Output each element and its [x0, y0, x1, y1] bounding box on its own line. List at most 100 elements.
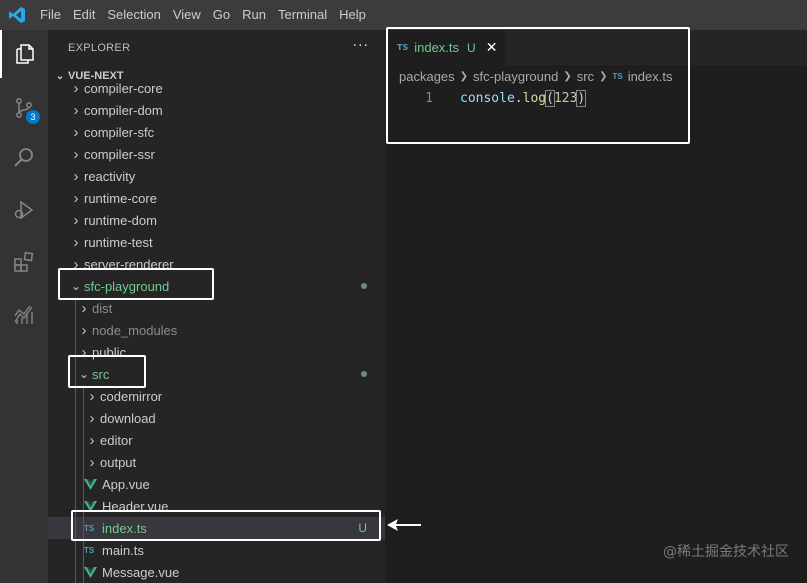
tree-item-label: reactivity — [84, 168, 136, 184]
tree-folder-output[interactable]: › output — [48, 451, 385, 473]
breadcrumb-index-ts[interactable]: index.ts — [628, 69, 673, 84]
chevron-right-icon: › — [73, 189, 79, 207]
tree-folder-compiler-ssr[interactable]: › compiler-ssr — [48, 143, 385, 165]
indent-guide — [75, 407, 76, 429]
tree-folder-node-modules[interactable]: › node_modules — [48, 319, 385, 341]
chevron-right-icon: ❯ — [459, 70, 469, 82]
tab-label: index.ts — [414, 40, 460, 55]
tree-folder-download[interactable]: › download — [48, 407, 385, 429]
menu-file[interactable]: File — [34, 0, 67, 30]
breadcrumb-src[interactable]: src — [577, 69, 594, 84]
menu-go[interactable]: Go — [207, 0, 236, 30]
tree-item-label: codemirror — [100, 388, 163, 404]
indent-guide — [75, 495, 76, 517]
tree-item-label: editor — [100, 432, 133, 448]
tree-item-label: sfc-playground — [84, 278, 170, 294]
analytics-icon[interactable] — [0, 290, 48, 338]
indent-guide — [75, 297, 76, 319]
files-icon[interactable] — [0, 30, 48, 78]
indent-guide — [83, 429, 84, 451]
tree-folder-src[interactable]: ⌄ src — [48, 363, 385, 385]
tree-folder-runtime-core[interactable]: › runtime-core — [48, 187, 385, 209]
chevron-right-icon: › — [73, 233, 79, 251]
typescript-file-icon: TS — [84, 523, 95, 533]
close-icon[interactable]: ✕ — [486, 40, 498, 56]
chevron-right-icon: › — [81, 321, 87, 339]
tree-folder-compiler-dom[interactable]: › compiler-dom — [48, 99, 385, 121]
chevron-right-icon: › — [81, 299, 87, 317]
chevron-right-icon: › — [89, 409, 95, 427]
chevron-right-icon: › — [89, 431, 95, 449]
tree-folder-reactivity[interactable]: › reactivity — [48, 165, 385, 187]
tree-file-main-ts[interactable]: TS main.ts — [48, 539, 385, 561]
tree-item-label: dist — [92, 300, 113, 316]
vue-file-icon — [84, 561, 102, 583]
tree-folder-runtime-test[interactable]: › runtime-test — [48, 231, 385, 253]
tree-item-label: Message.vue — [102, 564, 180, 580]
chevron-right-icon: › — [73, 211, 79, 229]
tree-folder-dist[interactable]: › dist — [48, 297, 385, 319]
code-token-open-paren: ( — [545, 89, 555, 107]
tab-bar: TS index.ts U ✕ — [385, 30, 807, 65]
tree-file-app-vue[interactable]: App.vue — [48, 473, 385, 495]
tree-folder-runtime-dom[interactable]: › runtime-dom — [48, 209, 385, 231]
tree-item-label: compiler-dom — [84, 102, 163, 118]
breadcrumb-sfc-playground[interactable]: sfc-playground — [473, 69, 558, 84]
tree-item-label: runtime-dom — [84, 212, 157, 228]
menu-selection[interactable]: Selection — [101, 0, 166, 30]
tree-folder-compiler-core[interactable]: › compiler-core — [48, 77, 385, 99]
chevron-right-icon: ❯ — [599, 70, 608, 82]
tree-item-label: compiler-ssr — [84, 146, 155, 162]
chevron-right-icon: › — [73, 255, 79, 273]
chevron-right-icon: › — [73, 101, 79, 119]
code-token-object: console — [460, 90, 515, 106]
run-debug-icon[interactable] — [0, 186, 48, 234]
menu-help[interactable]: Help — [333, 0, 372, 30]
indent-guide — [75, 363, 76, 385]
tree-folder-codemirror[interactable]: › codemirror — [48, 385, 385, 407]
tab-index-ts[interactable]: TS index.ts U ✕ — [385, 30, 505, 65]
tree-folder-editor[interactable]: › editor — [48, 429, 385, 451]
tree-item-label: runtime-core — [84, 190, 157, 206]
vue-file-icon — [84, 495, 102, 517]
breadcrumb-packages[interactable]: packages — [399, 69, 455, 84]
menu-terminal[interactable]: Terminal — [272, 0, 333, 30]
untracked-status: U — [467, 40, 476, 55]
activity-bar: 3 — [0, 30, 48, 583]
tree-item-label: App.vue — [102, 476, 150, 492]
indent-guide — [75, 561, 76, 583]
indent-guide — [75, 539, 76, 561]
chevron-right-icon: › — [81, 343, 87, 361]
more-actions-icon[interactable]: ··· — [353, 38, 369, 54]
breadcrumb: packages ❯ sfc-playground ❯ src ❯ TS ind… — [385, 65, 807, 87]
chevron-down-icon: ⌄ — [78, 367, 90, 381]
editor-area: TS index.ts U ✕ packages ❯ sfc-playgroun… — [385, 30, 807, 583]
menu-view[interactable]: View — [167, 0, 207, 30]
menu-bar: File Edit Selection View Go Run Terminal Help — [0, 0, 807, 30]
menu-items: File Edit Selection View Go Run Terminal Help — [34, 0, 372, 30]
tree-folder-public[interactable]: › public — [48, 341, 385, 363]
annotation-arrow-icon — [387, 519, 421, 531]
vscode-logo-icon — [0, 0, 34, 30]
tree-folder-server-renderer[interactable]: › server-renderer — [48, 253, 385, 275]
menu-run[interactable]: Run — [236, 0, 272, 30]
indent-guide — [83, 473, 84, 495]
code-line[interactable]: 1 console.log(123) — [385, 87, 807, 109]
search-icon[interactable] — [0, 134, 48, 182]
chevron-right-icon: › — [73, 123, 79, 141]
tree-folder-compiler-sfc[interactable]: › compiler-sfc — [48, 121, 385, 143]
source-control-icon[interactable]: 3 — [0, 84, 48, 132]
tree-file-message-vue[interactable]: Message.vue — [48, 561, 385, 583]
indent-guide — [83, 407, 84, 429]
chevron-right-icon: ❯ — [563, 70, 572, 82]
extensions-icon[interactable] — [0, 238, 48, 286]
tree-file-index-ts[interactable]: TS index.ts U — [48, 517, 385, 539]
tree-file-header-vue[interactable]: Header.vue — [48, 495, 385, 517]
code-text[interactable]: console.log(123) — [460, 89, 587, 107]
indent-guide — [83, 385, 84, 407]
menu-edit[interactable]: Edit — [67, 0, 101, 30]
tree-folder-sfc-playground[interactable]: ⌄ sfc-playground — [48, 275, 385, 297]
indent-guide — [83, 561, 84, 583]
tree-item-label: compiler-core — [84, 80, 163, 96]
indent-guide — [83, 451, 84, 473]
